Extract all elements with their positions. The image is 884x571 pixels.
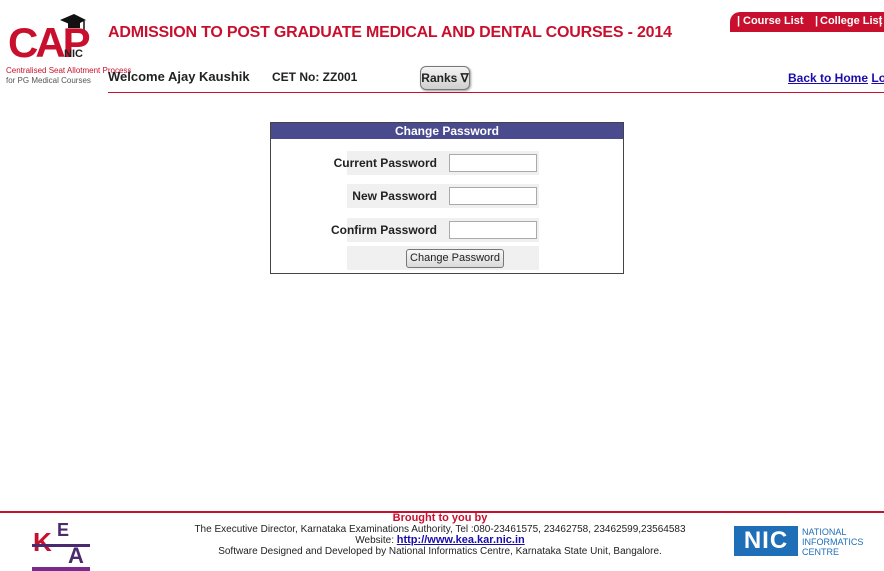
- brought-by-label: Brought to you by: [392, 512, 488, 524]
- nav-links: Back to Home Log Out: [788, 71, 884, 85]
- change-password-button[interactable]: Change Password: [406, 249, 504, 268]
- submit-row: Change Password: [347, 246, 539, 270]
- change-password-panel: Change Password Current Password New Pas…: [270, 122, 624, 274]
- new-password-label: New Password: [352, 189, 437, 203]
- course-list-link[interactable]: Course List: [743, 15, 804, 27]
- nic-logo-line: NATIONAL: [802, 527, 847, 537]
- kea-logo: K E A: [8, 513, 90, 571]
- current-password-row: Current Password: [334, 151, 539, 175]
- kea-logo-e: E: [57, 520, 70, 540]
- separator: |: [879, 15, 883, 27]
- kea-logo-underline: [32, 567, 90, 571]
- separator: |: [815, 15, 819, 27]
- panel-title: Change Password: [271, 123, 623, 139]
- kea-logo-k: K: [33, 527, 53, 557]
- logo-tagline-2: for PG Medical Courses: [6, 76, 91, 85]
- new-password-input[interactable]: [449, 187, 537, 205]
- current-password-label: Current Password: [333, 156, 437, 170]
- confirm-password-input[interactable]: [449, 221, 537, 239]
- confirm-password-label: Confirm Password: [330, 223, 437, 237]
- cet-number: CET No: ZZ001: [272, 70, 358, 84]
- logo-sub-text: NIC: [64, 48, 83, 60]
- logout-link[interactable]: Log Out: [871, 71, 884, 85]
- nic-logo-mark: NIC: [734, 526, 798, 556]
- current-password-input[interactable]: [449, 154, 537, 172]
- page-title: ADMISSION TO POST GRADUATE MEDICAL AND D…: [108, 24, 672, 41]
- back-to-home-link[interactable]: Back to Home: [788, 71, 868, 85]
- header-divider: [108, 92, 884, 93]
- confirm-password-row: Confirm Password: [331, 218, 539, 242]
- welcome-text: Welcome Ajay Kaushik: [108, 69, 250, 84]
- cap-logo: CAP NIC Centralised Seat Allotment Proce…: [6, 10, 131, 100]
- website-link[interactable]: http://www.kea.kar.nic.in: [397, 534, 525, 546]
- college-list-link[interactable]: College List: [820, 15, 882, 27]
- nic-logo-line: CENTRE: [802, 547, 840, 557]
- separator: |: [737, 15, 741, 27]
- nic-logo: NIC NATIONAL INFORMATICS CENTRE: [734, 522, 864, 562]
- footer-website-line: Website: http://www.kea.kar.nic.in: [160, 534, 720, 547]
- footer-credits: Brought to you by The Executive Director…: [160, 512, 720, 558]
- new-password-row: New Password: [347, 184, 539, 208]
- kea-logo-a: A: [68, 543, 84, 568]
- footer-developer-line: Software Designed and Developed by Natio…: [218, 546, 662, 557]
- top-links-bar: | Course List | College List |: [730, 12, 884, 32]
- nic-logo-line: INFORMATICS: [802, 537, 864, 547]
- website-label: Website:: [355, 535, 394, 546]
- ranks-button[interactable]: Ranks ∇: [420, 66, 470, 90]
